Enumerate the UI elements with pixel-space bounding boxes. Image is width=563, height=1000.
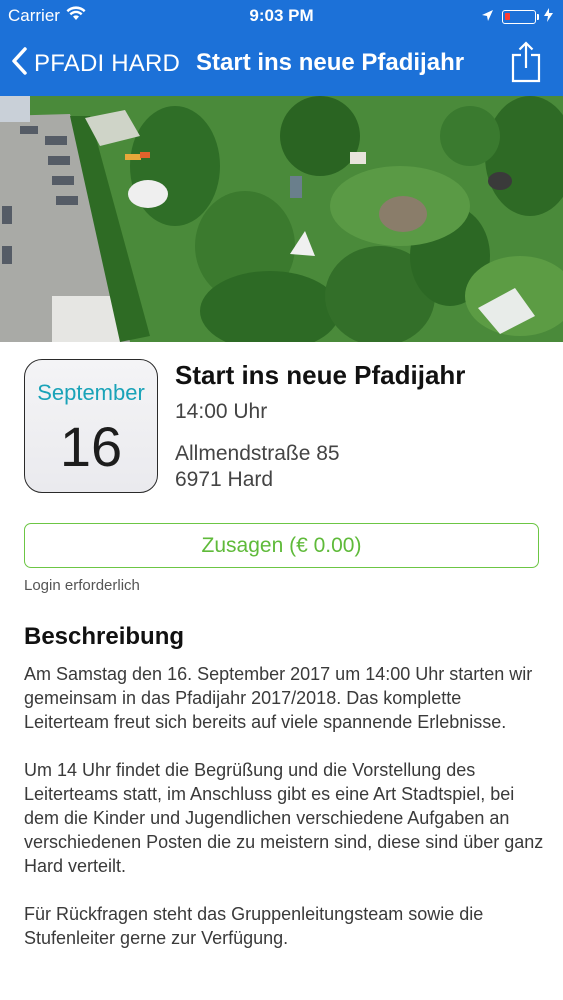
event-hero-image [0,96,563,342]
event-day: 16 [59,415,123,478]
share-icon [511,41,541,87]
status-bar: Carrier 9:03 PM [0,0,563,32]
description-paragraph: Für Rückfragen steht das Gruppenleitungs… [24,904,484,948]
description-paragraph: Um 14 Uhr findet die Begrüßung und die V… [24,760,544,876]
share-button[interactable] [511,41,541,88]
battery-icon [502,10,539,24]
login-required-note: Login erforderlich [24,577,140,594]
rsvp-button[interactable]: Zusagen (€ 0.00) [24,523,539,568]
charging-icon [544,7,553,27]
nav-title: Start ins neue Pfadijahr [196,49,465,76]
event-address-street: Allmendstraße 85 [175,442,340,465]
location-arrow-icon [481,7,494,27]
description-paragraph: Am Samstag den 16. September 2017 um 14:… [24,664,533,732]
status-time: 9:03 PM [249,6,314,25]
event-address-city: 6971 Hard [175,468,274,491]
navigation-bar: PFADI HARD Start ins neue Pfadijahr [0,32,563,96]
back-chevron-icon [10,46,28,81]
back-button[interactable]: PFADI HARD [10,46,180,81]
description-heading: Beschreibung [24,623,185,650]
description-body: Am Samstag den 16. September 2017 um 14:… [24,662,544,974]
status-right-group [481,7,553,27]
back-button-label: PFADI HARD [34,49,181,77]
event-time: 14:00 Uhr [175,400,268,423]
event-title: Start ins neue Pfadijahr [175,360,466,390]
event-month: September [37,380,145,405]
event-date-card: September 16 [24,359,158,493]
